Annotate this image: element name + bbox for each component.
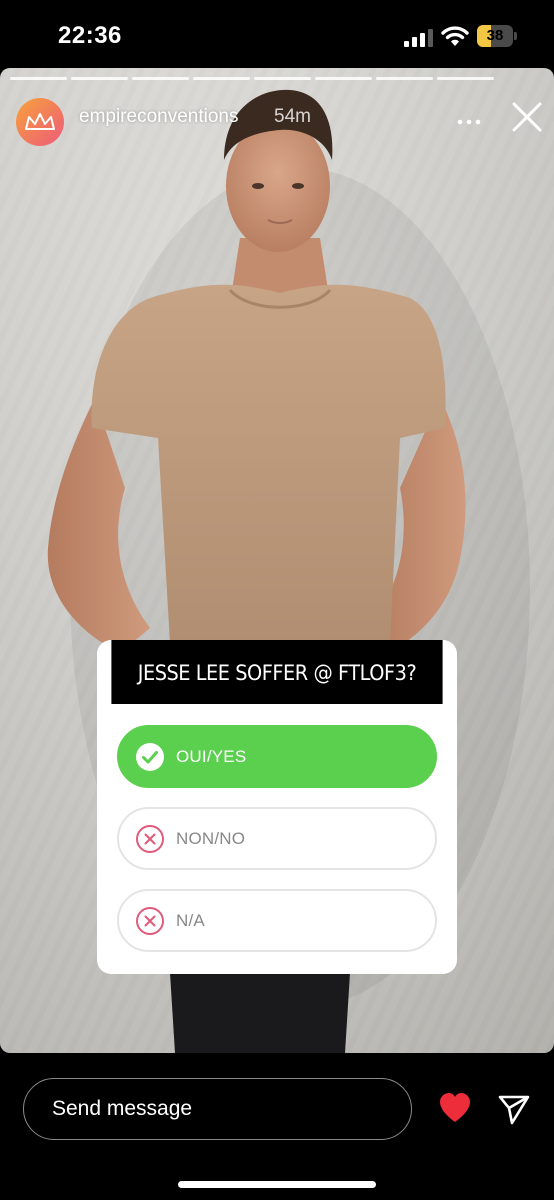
progress-segment	[437, 77, 494, 80]
progress-segment	[71, 77, 128, 80]
progress-segment	[254, 77, 311, 80]
avatar[interactable]	[16, 98, 64, 146]
poll-option-label: N/A	[176, 910, 205, 930]
story-username[interactable]: empireconventions	[79, 106, 238, 128]
status-bar: 22:36 38	[0, 0, 554, 70]
story-time-ago: 54m	[274, 106, 311, 127]
wifi-icon	[441, 26, 469, 46]
poll-option-label: NON/NO	[176, 828, 246, 848]
poll-option-label: OUI/YES	[176, 746, 247, 766]
send-direct-icon[interactable]	[497, 1092, 531, 1126]
poll-options: OUI/YES NON/NO N/A	[97, 704, 457, 952]
close-icon[interactable]	[510, 100, 544, 134]
progress-segment	[132, 77, 189, 80]
story-view[interactable]: empireconventions 54m JESSE LEE SOFFER @…	[0, 68, 554, 1053]
story-header: empireconventions 54m	[16, 98, 546, 146]
story-footer	[0, 1053, 554, 1200]
poll-option-oui-yes[interactable]: OUI/YES	[117, 725, 437, 788]
progress-segment	[315, 77, 372, 80]
battery-level: 38	[486, 27, 504, 44]
crown-logo-icon	[25, 113, 55, 130]
progress-segment	[193, 77, 250, 80]
progress-segment	[10, 77, 67, 80]
poll-option-non-no[interactable]: NON/NO	[117, 807, 437, 870]
poll-sticker: JESSE LEE SOFFER @ FTLOF3? OUI/YES NON/N…	[97, 640, 457, 974]
poll-option-na[interactable]: N/A	[117, 889, 437, 952]
status-time: 22:36	[58, 22, 122, 49]
check-icon	[136, 742, 164, 771]
poll-question: JESSE LEE SOFFER @ FTLOF3?	[111, 640, 443, 704]
x-circle-icon	[136, 906, 164, 935]
more-options-icon[interactable]	[456, 109, 482, 135]
send-message-input[interactable]	[23, 1078, 412, 1140]
story-progress-bar	[10, 77, 494, 80]
home-indicator	[178, 1181, 376, 1188]
heart-icon[interactable]	[437, 1090, 473, 1126]
progress-segment	[376, 77, 433, 80]
x-circle-icon	[136, 824, 164, 853]
cellular-signal-icon	[404, 29, 433, 47]
battery-icon: 38	[477, 25, 517, 47]
